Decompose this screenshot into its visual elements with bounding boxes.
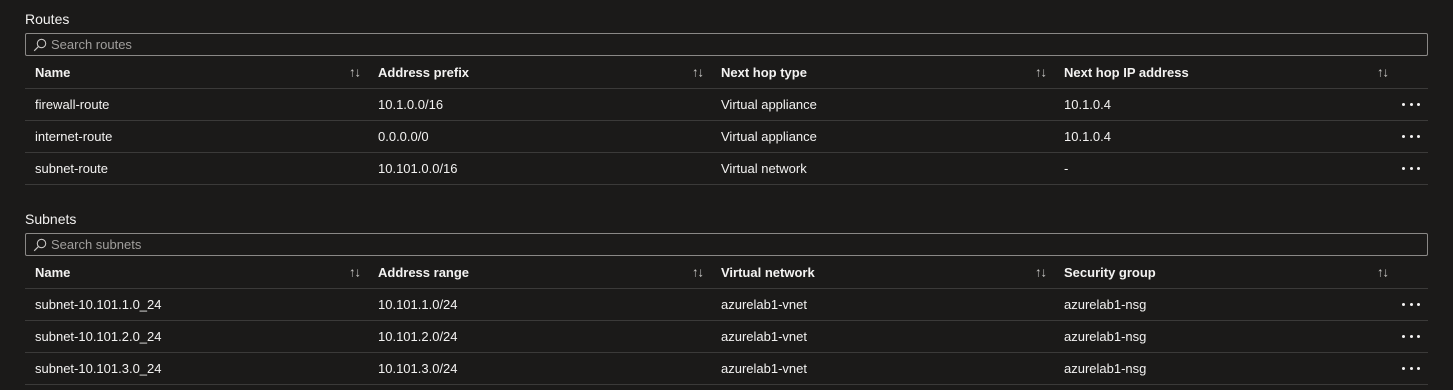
column-header-name[interactable]: Name ↑↓ [25, 56, 368, 88]
route-name-cell: internet-route [35, 129, 113, 144]
sort-icon[interactable]: ↑↓ [1035, 265, 1047, 280]
column-header-label: Name [35, 64, 71, 80]
sort-icon[interactable]: ↑↓ [692, 65, 704, 80]
route-name-cell: firewall-route [35, 97, 110, 112]
table-row[interactable]: subnet-10.101.2.0_24 10.101.2.0/24 azure… [25, 321, 1428, 353]
subnet-name-cell: subnet-10.101.1.0_24 [35, 297, 162, 312]
security-group-cell: azurelab1-nsg [1054, 353, 1428, 384]
security-group-value: azurelab1-nsg [1064, 361, 1147, 376]
routes-table: Name ↑↓ Address prefix ↑↓ Next hop type … [25, 56, 1428, 185]
column-header-label: Next hop IP address [1064, 64, 1189, 80]
next-hop-ip-value: 10.1.0.4 [1064, 97, 1111, 112]
route-name-cell: subnet-route [35, 161, 108, 176]
more-icon[interactable] [1402, 298, 1420, 312]
search-icon [33, 238, 47, 251]
next-hop-ip-value: 10.1.0.4 [1064, 129, 1111, 144]
table-row[interactable]: subnet-route 10.101.0.0/16 Virtual netwo… [25, 153, 1428, 185]
sort-icon[interactable]: ↑↓ [692, 265, 704, 280]
routes-search-box[interactable] [25, 33, 1428, 56]
column-header-security-group[interactable]: Security group ↑↓ [1054, 256, 1428, 288]
more-icon[interactable] [1402, 130, 1420, 144]
column-header-next-hop-type[interactable]: Next hop type ↑↓ [711, 56, 1054, 88]
routes-search-input[interactable] [51, 35, 1427, 54]
more-icon[interactable] [1402, 162, 1420, 176]
next-hop-ip-value: - [1064, 161, 1069, 176]
routes-section: Routes Name ↑↓ Address prefix ↑↓ Next ho… [25, 9, 1428, 185]
table-row[interactable]: firewall-route 10.1.0.0/16 Virtual appli… [25, 89, 1428, 121]
column-header-label: Next hop type [721, 64, 807, 80]
subnets-search-input[interactable] [51, 235, 1427, 254]
security-group-value: azurelab1-nsg [1064, 329, 1147, 344]
sort-icon[interactable]: ↑↓ [349, 65, 361, 80]
column-header-next-hop-ip[interactable]: Next hop IP address ↑↓ [1054, 56, 1428, 88]
address-range-cell: 10.101.1.0/24 [378, 297, 458, 312]
next-hop-type-cell: Virtual appliance [721, 129, 817, 144]
address-prefix-cell: 0.0.0.0/0 [378, 129, 429, 144]
subnets-section: Subnets Name ↑↓ Address range ↑↓ Virtual… [25, 209, 1428, 385]
column-header-label: Virtual network [721, 264, 815, 280]
search-icon [33, 38, 47, 51]
next-hop-ip-cell: 10.1.0.4 [1054, 121, 1428, 152]
next-hop-type-cell: Virtual appliance [721, 97, 817, 112]
address-range-cell: 10.101.3.0/24 [378, 361, 458, 376]
column-header-label: Address range [378, 264, 470, 280]
security-group-value: azurelab1-nsg [1064, 297, 1147, 312]
more-icon[interactable] [1402, 362, 1420, 376]
next-hop-ip-cell: 10.1.0.4 [1054, 89, 1428, 120]
subnet-name-cell: subnet-10.101.3.0_24 [35, 361, 162, 376]
column-header-label: Name [35, 264, 71, 280]
more-icon[interactable] [1402, 98, 1420, 112]
address-prefix-cell: 10.101.0.0/16 [378, 161, 458, 176]
address-prefix-cell: 10.1.0.0/16 [378, 97, 444, 112]
security-group-cell: azurelab1-nsg [1054, 289, 1428, 320]
subnets-table: Name ↑↓ Address range ↑↓ Virtual network… [25, 256, 1428, 385]
subnets-header-row: Name ↑↓ Address range ↑↓ Virtual network… [25, 256, 1428, 289]
table-row[interactable]: subnet-10.101.3.0_24 10.101.3.0/24 azure… [25, 353, 1428, 385]
subnets-search-box[interactable] [25, 233, 1428, 256]
virtual-network-cell: azurelab1-vnet [721, 297, 807, 312]
sort-icon[interactable]: ↑↓ [349, 265, 361, 280]
column-header-address-range[interactable]: Address range ↑↓ [368, 256, 711, 288]
table-row[interactable]: subnet-10.101.1.0_24 10.101.1.0/24 azure… [25, 289, 1428, 321]
virtual-network-cell: azurelab1-vnet [721, 361, 807, 376]
column-header-name[interactable]: Name ↑↓ [25, 256, 368, 288]
subnets-title: Subnets [25, 211, 77, 227]
next-hop-ip-cell: - [1054, 153, 1428, 184]
sort-icon[interactable]: ↑↓ [1377, 65, 1389, 80]
virtual-network-cell: azurelab1-vnet [721, 329, 807, 344]
sort-icon[interactable]: ↑↓ [1377, 265, 1389, 280]
address-range-cell: 10.101.2.0/24 [378, 329, 458, 344]
column-header-label: Address prefix [378, 64, 470, 80]
column-header-label: Security group [1064, 264, 1156, 280]
subnet-name-cell: subnet-10.101.2.0_24 [35, 329, 162, 344]
routes-title: Routes [25, 11, 70, 27]
more-icon[interactable] [1402, 330, 1420, 344]
column-header-virtual-network[interactable]: Virtual network ↑↓ [711, 256, 1054, 288]
security-group-cell: azurelab1-nsg [1054, 321, 1428, 352]
next-hop-type-cell: Virtual network [721, 161, 807, 176]
column-header-address-prefix[interactable]: Address prefix ↑↓ [368, 56, 711, 88]
sort-icon[interactable]: ↑↓ [1035, 65, 1047, 80]
routes-header-row: Name ↑↓ Address prefix ↑↓ Next hop type … [25, 56, 1428, 89]
table-row[interactable]: internet-route 0.0.0.0/0 Virtual applian… [25, 121, 1428, 153]
